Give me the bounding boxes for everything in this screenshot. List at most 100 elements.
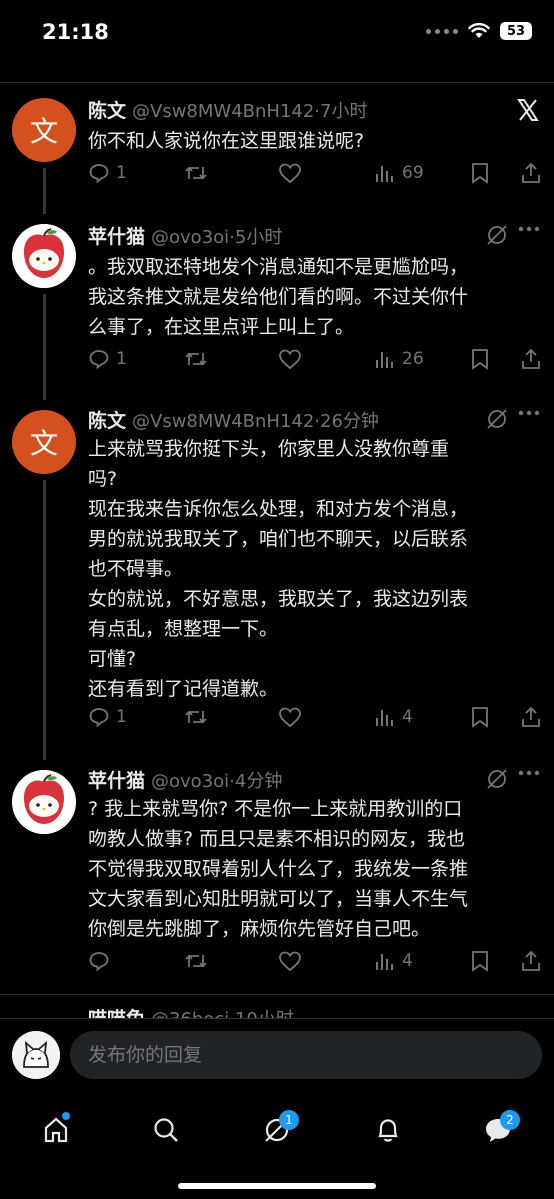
- tweet-3[interactable]: 文 陈文 @Vsw8MW4BnH142·26分钟 上来就骂我你挺下头，你家里人没…: [0, 400, 554, 760]
- views-count: 4: [402, 951, 413, 971]
- status-icons: 53: [426, 22, 532, 40]
- header-divider: [0, 82, 554, 83]
- more-options-icon[interactable]: [518, 770, 540, 776]
- reply-bar: [0, 1018, 554, 1091]
- home-icon: [44, 1117, 68, 1143]
- author-name[interactable]: 苹什猫: [88, 766, 145, 793]
- tweet-actions: 1 69: [88, 162, 544, 192]
- signal-icon: [426, 28, 458, 34]
- reply-count: 1: [116, 163, 127, 183]
- x-logo-icon[interactable]: [516, 98, 540, 122]
- search-icon: [154, 1118, 178, 1142]
- views-button[interactable]: 69: [374, 162, 424, 184]
- like-button[interactable]: [278, 162, 308, 184]
- grok-icon[interactable]: [486, 224, 508, 246]
- retweet-button[interactable]: [184, 348, 214, 370]
- bookmark-button[interactable]: [470, 950, 490, 972]
- thread-line: [43, 200, 46, 214]
- reply-button[interactable]: 1: [88, 706, 127, 728]
- share-button[interactable]: [520, 348, 542, 370]
- heart-icon: [279, 707, 301, 728]
- avatar[interactable]: 文: [12, 98, 76, 162]
- tweet-2[interactable]: 苹什猫 @ovo3oi·5小时 。我双取还特地发个消息通知不是更尴尬吗， 我这条…: [0, 200, 554, 400]
- share-icon: [522, 706, 540, 727]
- thread-line: [43, 480, 46, 760]
- reply-icon: [89, 164, 109, 184]
- retweet-button[interactable]: [184, 950, 214, 972]
- bookmark-button[interactable]: [470, 162, 490, 184]
- home-indicator: [178, 1183, 376, 1189]
- tweet-actions: 4: [88, 950, 544, 980]
- avatar[interactable]: 文: [12, 410, 76, 474]
- more-options-icon[interactable]: [518, 226, 540, 232]
- author-handle[interactable]: @ovo3oi·5小时: [151, 223, 282, 249]
- author-name[interactable]: 苹什猫: [88, 222, 145, 249]
- tweet-text: 你不和人家说你在这里跟谁说呢?: [88, 130, 365, 152]
- retweet-icon: [185, 352, 207, 366]
- wifi-icon: [468, 23, 490, 38]
- cat-avatar-icon: [12, 1031, 60, 1079]
- avatar[interactable]: [12, 224, 76, 288]
- author-name[interactable]: 陈文: [88, 406, 126, 433]
- author-handle[interactable]: @ovo3oi·4分钟: [151, 767, 282, 793]
- like-button[interactable]: [278, 950, 308, 972]
- grok-icon[interactable]: [486, 768, 508, 790]
- author-handle[interactable]: @Vsw8MW4BnH142·26分钟: [132, 407, 379, 433]
- views-icon: [376, 954, 393, 970]
- views-count: 26: [402, 349, 424, 369]
- bookmark-button[interactable]: [470, 706, 490, 728]
- tweet-1[interactable]: 文 陈文 @Vsw8MW4BnH142·7小时 你不和人家说你在这里跟谁说呢? …: [0, 90, 554, 202]
- hello-kitty-apple-icon: [12, 770, 76, 834]
- bookmark-icon: [472, 349, 488, 370]
- heart-icon: [279, 349, 301, 370]
- nav-search[interactable]: [138, 1102, 194, 1158]
- hello-kitty-apple-icon: [12, 224, 76, 288]
- author-name[interactable]: 陈文: [88, 96, 126, 123]
- share-icon: [522, 950, 540, 971]
- retweet-button[interactable]: [184, 706, 214, 728]
- nav-messages[interactable]: 2: [470, 1102, 526, 1158]
- tweet-actions: 1 4: [88, 706, 544, 736]
- home-notification-dot: [62, 1112, 70, 1120]
- reply-input[interactable]: [70, 1031, 542, 1079]
- share-icon: [522, 348, 540, 369]
- thread-line: [43, 294, 46, 400]
- views-button[interactable]: 26: [374, 348, 424, 370]
- status-time: 21:18: [42, 20, 109, 44]
- retweet-button[interactable]: [184, 162, 214, 184]
- thread-line: [43, 168, 46, 202]
- battery-indicator: 53: [500, 22, 532, 40]
- reply-icon: [89, 708, 109, 728]
- user-avatar[interactable]: [12, 1031, 60, 1079]
- nav-notifications[interactable]: [360, 1102, 416, 1158]
- heart-icon: [279, 163, 301, 184]
- grok-icon[interactable]: [486, 408, 508, 430]
- reply-icon: [89, 952, 109, 972]
- bookmark-icon: [472, 951, 488, 972]
- nav-grok[interactable]: 1: [249, 1102, 305, 1158]
- tweet-actions: 1 26: [88, 348, 544, 378]
- nav-home[interactable]: [28, 1102, 84, 1158]
- share-button[interactable]: [520, 950, 542, 972]
- bookmark-icon: [472, 163, 488, 184]
- reply-button[interactable]: 1: [88, 162, 127, 184]
- views-button[interactable]: 4: [374, 950, 413, 972]
- reply-button[interactable]: 1: [88, 348, 127, 370]
- tweet-header: 苹什猫 @ovo3oi·4分钟: [88, 766, 282, 793]
- share-button[interactable]: [520, 162, 542, 184]
- reply-button[interactable]: [88, 950, 116, 972]
- bookmark-button[interactable]: [470, 348, 490, 370]
- avatar[interactable]: [12, 770, 76, 834]
- share-button[interactable]: [520, 706, 542, 728]
- like-button[interactable]: [278, 706, 308, 728]
- partial-tweet[interactable]: 喵喵兔 @36hoci·10小时: [0, 1000, 554, 1018]
- author-name[interactable]: 喵喵兔: [88, 1004, 145, 1018]
- more-options-icon[interactable]: [518, 410, 540, 416]
- author-handle[interactable]: @Vsw8MW4BnH142·7小时: [132, 97, 367, 123]
- like-button[interactable]: [278, 348, 308, 370]
- reply-icon: [89, 350, 109, 370]
- views-count: 69: [402, 163, 424, 183]
- views-button[interactable]: 4: [374, 706, 413, 728]
- tweet-4[interactable]: 苹什猫 @ovo3oi·4分钟 ? 我上来就骂你? 不是你一上来就用教训的口 吻…: [0, 760, 554, 992]
- author-handle[interactable]: @36hoci·10小时: [151, 1005, 294, 1018]
